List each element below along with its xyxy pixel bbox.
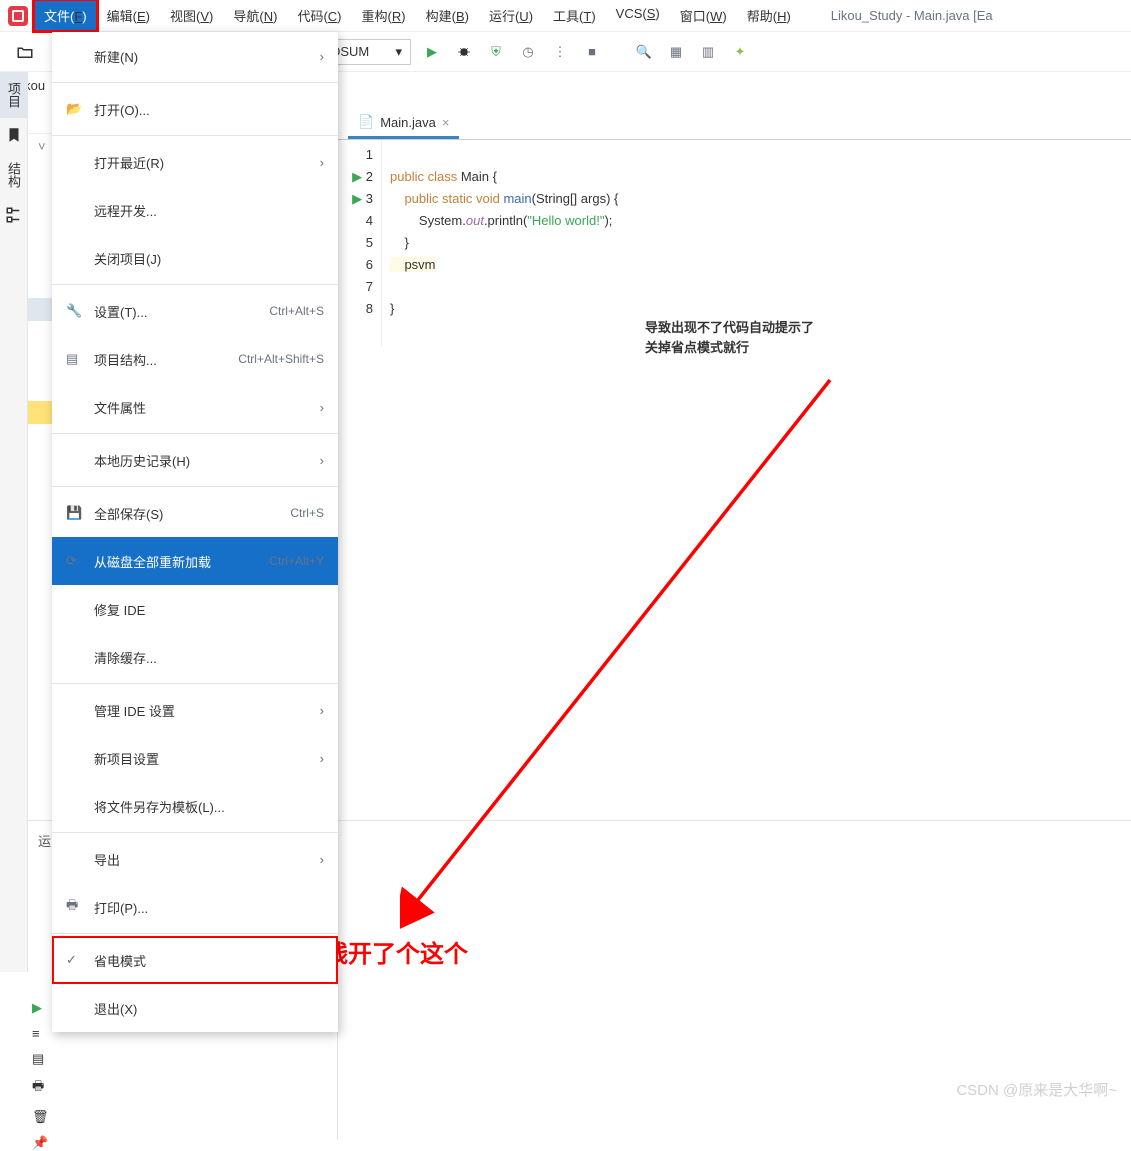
structure-icon[interactable] bbox=[5, 206, 23, 224]
profile-icon[interactable]: ◷ bbox=[517, 41, 539, 63]
watermark: CSDN @原来是大华啊~ bbox=[956, 1079, 1117, 1100]
menu-item[interactable]: 退出(X) bbox=[52, 984, 338, 1032]
menu-item[interactable]: 导出› bbox=[52, 835, 338, 883]
menu-item[interactable]: 关闭项目(J) bbox=[52, 234, 338, 282]
print-icon[interactable]: 🖶 bbox=[32, 1077, 49, 1099]
check-icon: ✓ bbox=[66, 952, 82, 968]
annotation-text: 导致出现不了代码自动提示了 关掉省点模式就行 bbox=[645, 318, 814, 357]
menu-s[interactable]: VCS(S) bbox=[606, 0, 670, 31]
chevron-right-icon: › bbox=[320, 155, 324, 170]
code-area[interactable]: public class Main { public static void m… bbox=[382, 140, 626, 346]
menu-item[interactable]: 新建(N)› bbox=[52, 32, 338, 80]
gutter: 1▶ 2▶ 345678 bbox=[338, 140, 382, 346]
layout1-icon[interactable]: ▦ bbox=[665, 41, 687, 63]
menu-item[interactable]: 打开最近(R)› bbox=[52, 138, 338, 186]
open-icon[interactable] bbox=[14, 41, 36, 63]
chevron-right-icon: › bbox=[320, 852, 324, 867]
chevron-right-icon: › bbox=[320, 49, 324, 64]
attach-icon[interactable]: ⋮ bbox=[549, 41, 571, 63]
threads-icon[interactable]: ≡ bbox=[32, 1026, 49, 1041]
stop-icon[interactable]: ■ bbox=[581, 41, 603, 63]
menu-f[interactable]: 文件(F) bbox=[34, 0, 97, 31]
menu-item[interactable]: 🖶打印(P)... bbox=[52, 883, 338, 931]
sidebar-tab-project[interactable]: 项目 bbox=[0, 72, 27, 118]
chevron-down-icon: ▾ bbox=[395, 44, 402, 60]
folder-icon: 📂 bbox=[66, 101, 82, 117]
menu-t[interactable]: 工具(T) bbox=[543, 0, 606, 31]
menu-item[interactable]: 文件属性› bbox=[52, 383, 338, 431]
menu-v[interactable]: 视图(V) bbox=[160, 0, 223, 31]
menu-item[interactable]: ▤项目结构...Ctrl+Alt+Shift+S bbox=[52, 335, 338, 383]
menu-item[interactable]: 将文件另存为模板(L)... bbox=[52, 782, 338, 830]
chevron-right-icon: › bbox=[320, 453, 324, 468]
save-icon: 💾 bbox=[66, 505, 82, 521]
reload-icon: ⟳ bbox=[66, 553, 82, 569]
menu-c[interactable]: 代码(C) bbox=[287, 0, 351, 31]
menu-r[interactable]: 重构(R) bbox=[352, 0, 416, 31]
menu-h[interactable]: 帮助(H) bbox=[737, 0, 801, 31]
menubar: 文件(F)编辑(E)视图(V)导航(N)代码(C)重构(R)构建(B)运行(U)… bbox=[0, 0, 1131, 32]
struct-icon: ▤ bbox=[66, 351, 82, 367]
left-rail: 项目 结构 bbox=[0, 72, 28, 972]
chevron-down-icon: ˅ bbox=[38, 139, 46, 154]
search-icon[interactable]: 🔍 bbox=[633, 41, 655, 63]
menu-item[interactable]: ✓省电模式 bbox=[52, 936, 338, 984]
pin-icon[interactable]: 📌 bbox=[32, 1135, 49, 1151]
menu-item[interactable]: 管理 IDE 设置› bbox=[52, 686, 338, 734]
menu-item[interactable]: ⟳从磁盘全部重新加载Ctrl+Alt+Y bbox=[52, 537, 338, 585]
chevron-right-icon: › bbox=[320, 400, 324, 415]
menu-item[interactable]: 本地历史记录(H)› bbox=[52, 436, 338, 484]
java-file-icon: 📄 bbox=[358, 114, 374, 130]
menu-w[interactable]: 窗口(W) bbox=[670, 0, 737, 31]
chevron-right-icon: › bbox=[320, 703, 324, 718]
chevron-right-icon: › bbox=[320, 751, 324, 766]
print-icon: 🖶 bbox=[66, 896, 82, 918]
bookmark-icon[interactable] bbox=[5, 126, 23, 144]
menu-item[interactable]: 新项目设置› bbox=[52, 734, 338, 782]
menu-n[interactable]: 导航(N) bbox=[223, 0, 287, 31]
menu-item[interactable]: 💾全部保存(S)Ctrl+S bbox=[52, 489, 338, 537]
menu-item[interactable]: 修复 IDE bbox=[52, 585, 338, 633]
menu-item[interactable]: 🔧设置(T)...Ctrl+Alt+S bbox=[52, 287, 338, 335]
editor-tab[interactable]: 📄 Main.java × bbox=[348, 108, 459, 139]
file-menu-dropdown: 新建(N)› 📂打开(O)... 打开最近(R)›远程开发...关闭项目(J) 🔧设置… bbox=[52, 32, 338, 1032]
close-icon[interactable]: × bbox=[442, 115, 450, 130]
layout-icon[interactable]: ▤ bbox=[32, 1051, 49, 1067]
menu-item[interactable]: 清除缓存... bbox=[52, 633, 338, 681]
window-title: Likou_Study - Main.java [Ea bbox=[831, 8, 993, 23]
ide-logo-icon bbox=[8, 6, 28, 26]
play-icon[interactable]: ▶ bbox=[32, 1000, 49, 1016]
sidebar-tab-structure[interactable]: 结构 bbox=[0, 152, 27, 198]
run-gutter-icons: ▶ ≡ ▤ 🖶 🗑 📌 bbox=[32, 1000, 49, 1151]
menu-b[interactable]: 构建(B) bbox=[416, 0, 479, 31]
wrench-icon: 🔧 bbox=[66, 303, 82, 319]
play-icon[interactable]: ▶ bbox=[421, 41, 443, 63]
puzzle-icon[interactable]: ✦ bbox=[729, 41, 751, 63]
menu-u[interactable]: 运行(U) bbox=[479, 0, 543, 31]
menu-item[interactable]: 📂打开(O)... bbox=[52, 85, 338, 133]
coverage-icon[interactable]: ⛨ bbox=[485, 41, 507, 63]
editor-tabs: 📄 Main.java × bbox=[338, 104, 1131, 140]
bug-icon[interactable] bbox=[453, 41, 475, 63]
menu-item[interactable]: 远程开发... bbox=[52, 186, 338, 234]
trash-icon[interactable]: 🗑 bbox=[32, 1109, 49, 1125]
layout2-icon[interactable]: ▥ bbox=[697, 41, 719, 63]
menu-e[interactable]: 编辑(E) bbox=[97, 0, 160, 31]
editor: 📄 Main.java × 1▶ 2▶ 345678 public class … bbox=[338, 104, 1131, 1140]
